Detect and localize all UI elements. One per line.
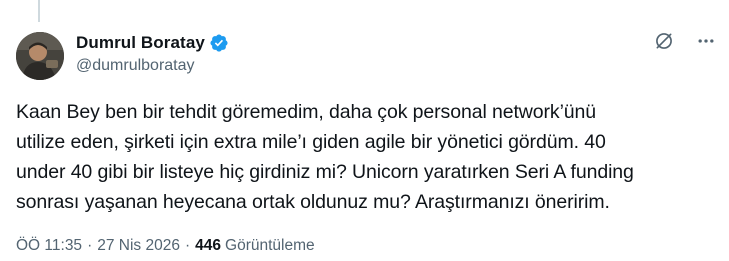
author-display-name[interactable]: Dumrul Boratay [76, 33, 205, 53]
meta-separator: · [87, 237, 93, 254]
meta-separator: · [184, 237, 191, 254]
avatar[interactable] [16, 32, 64, 80]
tweet-actions [653, 30, 717, 52]
tweet-time[interactable]: ÖÖ 11:35 [16, 237, 82, 255]
tweet-meta: ÖÖ 11:35 · 27 Nis 2026 · 446 Görüntüleme [16, 237, 315, 255]
tweet-text: Kaan Bey ben bir tehdit göremedim, daha … [16, 101, 634, 213]
tweet-author: Dumrul Boratay @dumrulboratay [76, 32, 229, 75]
more-icon[interactable] [695, 30, 717, 52]
thread-connector-line [38, 0, 40, 22]
views-label: Görüntüleme [225, 237, 315, 254]
grok-icon[interactable] [653, 30, 675, 52]
author-name-row: Dumrul Boratay [76, 32, 229, 54]
tweet-date[interactable]: 27 Nis 2026 [97, 237, 180, 255]
views-count: 446 [195, 237, 222, 254]
verified-badge-icon[interactable] [209, 33, 229, 53]
author-handle[interactable]: @dumrulboratay [76, 57, 229, 75]
